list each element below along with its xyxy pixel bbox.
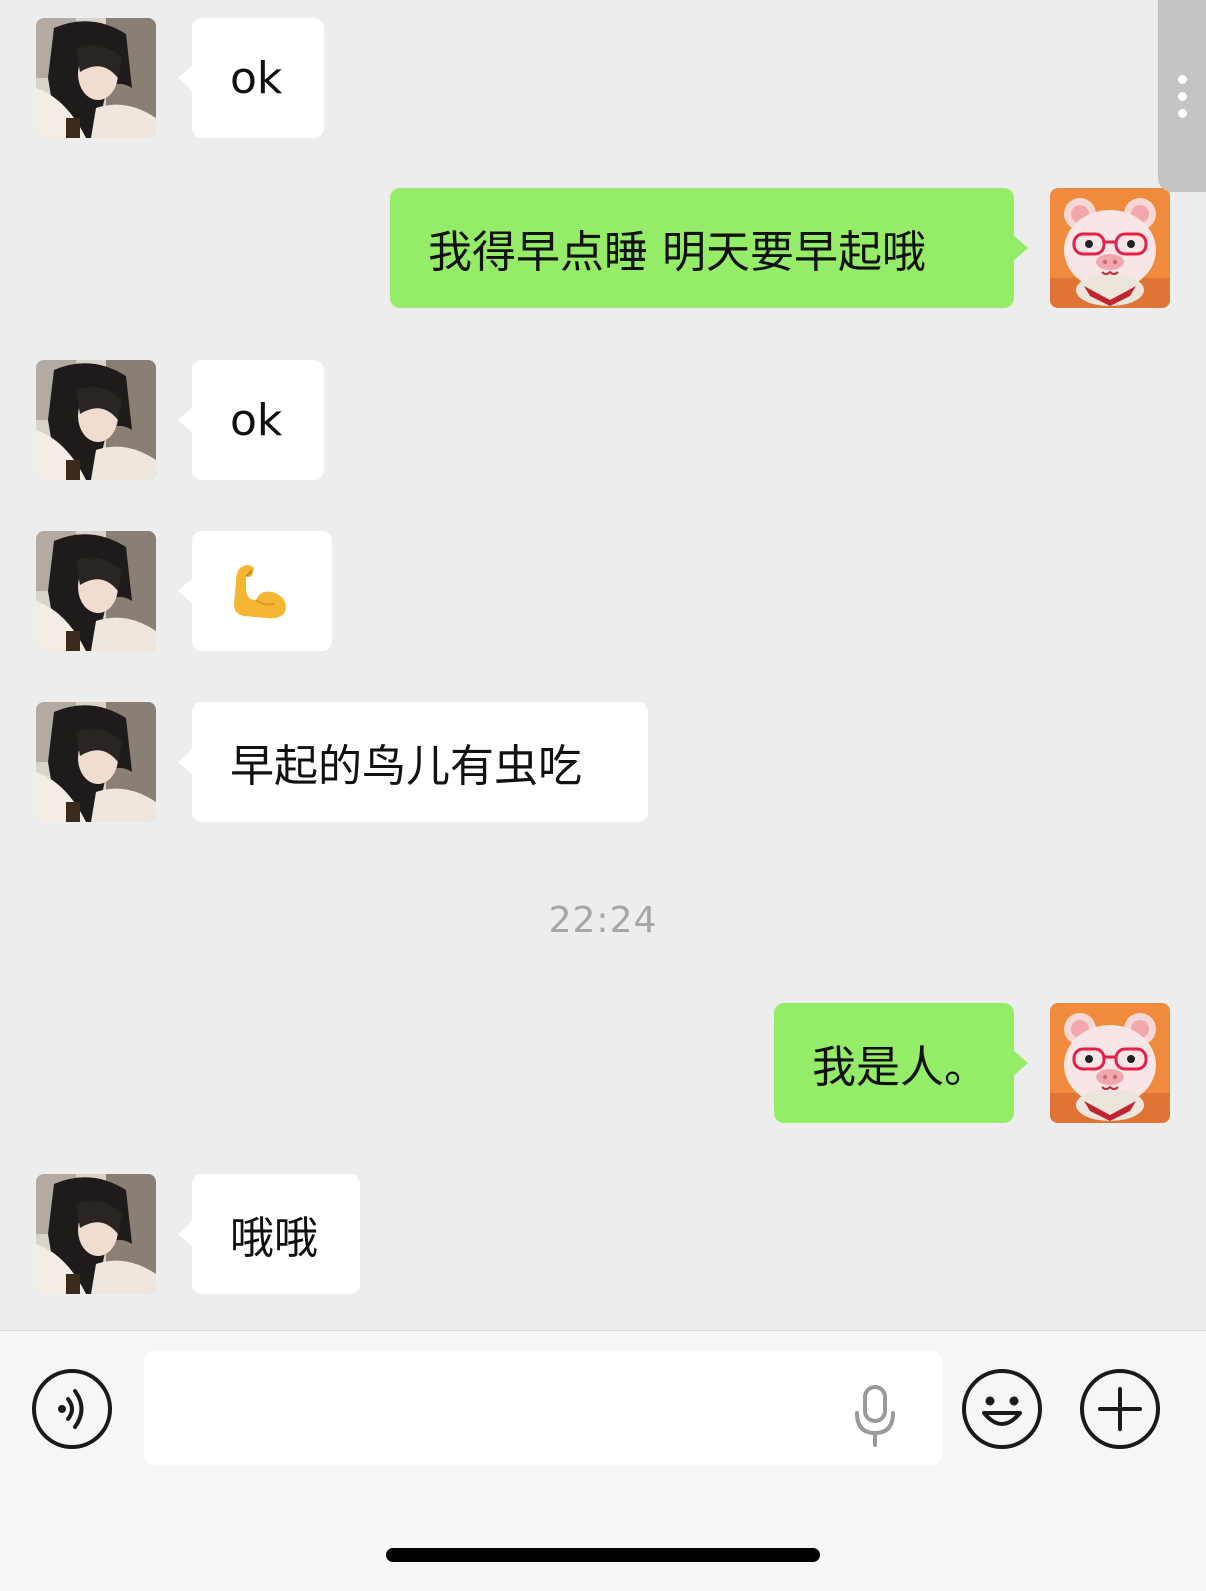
received-message-bubble[interactable] [178, 531, 332, 651]
voice-icon [32, 1369, 112, 1449]
dot [1177, 108, 1187, 118]
sent-message-bubble[interactable]: 我是人。 [774, 1003, 1028, 1123]
dot [1177, 74, 1187, 84]
side-more-handle[interactable] [1158, 0, 1206, 192]
received-message-bubble[interactable]: ok [178, 360, 324, 480]
dot [1177, 91, 1187, 101]
received-message-bubble[interactable]: 早起的鸟儿有虫吃 [178, 702, 648, 822]
chat-messages[interactable]: ok 我得早点睡 明天要早起哦 ok 早起的鸟儿有虫吃 22:24 我是人。 哦… [0, 0, 1206, 1330]
message-timestamp: 22:24 [548, 900, 658, 941]
contact-avatar[interactable] [36, 702, 156, 822]
my-avatar[interactable] [1050, 1003, 1170, 1123]
received-message-bubble[interactable]: ok [178, 18, 324, 138]
plus-icon [1080, 1369, 1160, 1449]
sent-message-bubble[interactable]: 我得早点睡 明天要早起哦 [390, 188, 1028, 308]
voice-toggle-button[interactable] [30, 1367, 114, 1451]
contact-avatar[interactable] [36, 18, 156, 138]
contact-avatar[interactable] [36, 1174, 156, 1294]
flexed-biceps-icon [234, 565, 286, 619]
contact-avatar[interactable] [36, 531, 156, 651]
emoji-icon [962, 1369, 1042, 1449]
contact-avatar[interactable] [36, 360, 156, 480]
my-avatar[interactable] [1050, 188, 1170, 308]
emoji-button[interactable] [960, 1367, 1044, 1451]
microphone-icon [855, 1385, 895, 1447]
message-input[interactable] [144, 1351, 942, 1465]
received-message-bubble[interactable]: 哦哦 [178, 1174, 360, 1294]
microphone-button[interactable] [850, 1383, 900, 1449]
home-indicator [386, 1548, 820, 1562]
more-actions-button[interactable] [1078, 1367, 1162, 1451]
